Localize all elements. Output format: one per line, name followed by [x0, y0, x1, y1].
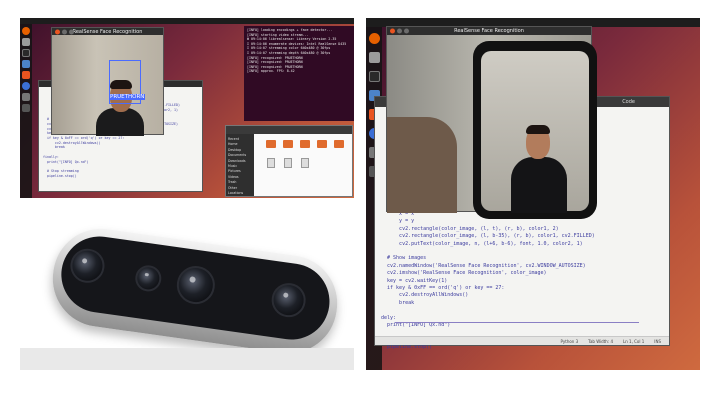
code-line: dely: [381, 314, 397, 321]
files-sidebar[interactable]: Recent Home Desktop Documents Downloads Music… [226, 134, 254, 196]
firefox-icon[interactable] [368, 33, 380, 44]
camera-body [46, 222, 344, 360]
folder-icon[interactable] [317, 140, 327, 148]
file-icon[interactable] [301, 158, 309, 168]
status-item[interactable]: Python 3 [560, 339, 578, 344]
camera-lens-icon [269, 280, 308, 320]
face-name-label: PRUETHORN [109, 94, 146, 100]
camera-front-panel [56, 231, 335, 345]
maximize-icon[interactable] [404, 28, 409, 34]
code-divider-line [395, 322, 639, 323]
minimize-icon[interactable] [62, 29, 67, 34]
files-titlebar [226, 126, 352, 134]
status-item[interactable]: Ln 1, Col 1 [623, 339, 644, 344]
terminal-window[interactable]: [INFO] loading encodings + face detector… [244, 26, 354, 121]
code-line: cv2.destroyAllWindows() [381, 292, 469, 299]
firefox-icon[interactable] [22, 27, 30, 35]
code-line: cv2.imshow('RealSense Face Recognition',… [381, 270, 547, 277]
depth-camera-photo [20, 212, 354, 370]
file-manager-window: Recent Home Desktop Documents Downloads Music… [225, 125, 353, 197]
settings-icon[interactable] [22, 93, 30, 101]
file-icon[interactable] [284, 158, 292, 168]
code-line: cv2.putText(color_image, n, (l+6, b-6), … [381, 240, 583, 247]
face-recognition-window: RealSense Face Recognition PRUETHORN [51, 27, 164, 136]
launcher-dock [20, 24, 32, 198]
files-icon[interactable] [22, 38, 30, 46]
close-icon[interactable] [390, 28, 395, 34]
terminal-line: [INFO] approx. FPS: 8.42 [247, 69, 295, 74]
help-icon[interactable] [22, 82, 30, 90]
face-recognition-window: RealSense Face Recognition [386, 26, 597, 219]
left-desktop-screenshot: x = x y = y cv2.rectangle(color_image, (… [20, 18, 354, 198]
code-line: break [381, 299, 415, 306]
status-item[interactable]: INS [654, 339, 661, 344]
folder-icon[interactable] [283, 140, 293, 148]
camera-lens-icon [133, 263, 163, 294]
window-controls[interactable] [390, 28, 409, 34]
editor-tab[interactable]: Code [622, 99, 635, 105]
camera-titlebar: RealSense Face Recognition [52, 28, 163, 35]
code-line: cv2.rectangle(color_image, (l, t), (r, b… [381, 225, 559, 232]
code-line: key = cv2.waitKey(1) [381, 277, 448, 284]
code-area[interactable]: x = x y = y cv2.rectangle(color_image, (… [381, 211, 595, 352]
terminal-icon[interactable] [22, 49, 30, 57]
person-torso [511, 157, 567, 213]
folder-icon[interactable] [266, 140, 276, 148]
code-line: print("[INFO] Qx.nd") [381, 322, 451, 329]
code-line: pipeline.stop() [43, 173, 77, 178]
editor-icon[interactable] [22, 60, 30, 68]
camera-lens-icon [174, 263, 218, 307]
camera-shadow [20, 348, 354, 370]
code-line: pipeline.stop() [381, 344, 433, 351]
person-torso [96, 108, 144, 136]
camera-titlebar: RealSense Face Recognition [387, 27, 591, 35]
status-bar: Python 3 Tab Width: 4 Ln 1, Col 1 INS [375, 336, 669, 345]
close-icon[interactable] [55, 29, 60, 34]
top-panel [20, 18, 354, 24]
code-line: cv2.namedWindow('RealSense Face Recognit… [381, 262, 586, 269]
code-line: if key & 0xFF == ord('q') or key == 27: [381, 285, 505, 292]
camera-lens-icon [68, 246, 107, 285]
minimize-icon[interactable] [397, 28, 402, 34]
software-icon[interactable] [22, 71, 30, 79]
code-line: y = y [381, 218, 415, 225]
right-desktop-screenshot: Code x = x y = y cv2.rectangle(color_ima… [366, 18, 700, 370]
folder-icon[interactable] [300, 140, 310, 148]
folder-icon[interactable] [334, 140, 344, 148]
code-line: cv2.rectangle(color_image, (l, b-35), (r… [381, 233, 595, 240]
status-item[interactable]: Tab Width: 4 [588, 339, 613, 344]
file-icon[interactable] [267, 158, 275, 168]
sidebar-item: Other Locations [228, 185, 244, 196]
person-hair [526, 125, 550, 134]
maximize-icon[interactable] [69, 29, 74, 34]
files-icon[interactable] [368, 52, 380, 63]
apps-grid-icon[interactable] [22, 104, 30, 112]
terminal-icon[interactable] [368, 71, 380, 82]
code-line: # Show images [381, 255, 427, 262]
camera-window-title: RealSense Face Recognition [454, 28, 524, 34]
hand-holding-phone [387, 117, 457, 213]
camera-window-title: RealSense Face Recognition [72, 28, 143, 35]
window-controls[interactable] [55, 29, 74, 34]
